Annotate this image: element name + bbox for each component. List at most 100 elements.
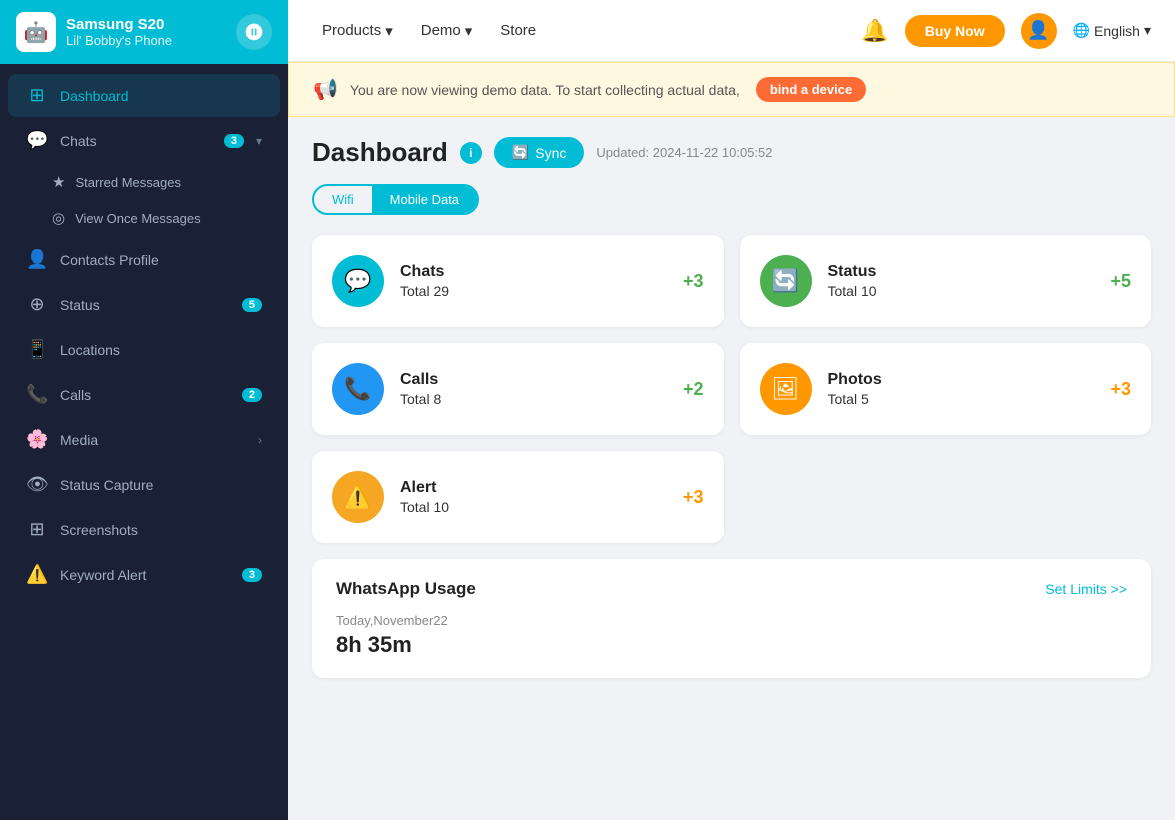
device-info: Samsung S20 Lil' Bobby's Phone	[66, 16, 226, 48]
status-capture-icon: 👁	[26, 474, 48, 495]
whatsapp-usage-card: WhatsApp Usage Set Limits >> Today,Novem…	[312, 559, 1151, 678]
media-icon: 🌸	[26, 429, 48, 450]
photos-stat-name: Photos	[828, 371, 1095, 389]
topnav-products[interactable]: Products ▾	[312, 16, 403, 46]
stat-card-chats[interactable]: 💬 Chats Total 29 +3	[312, 235, 724, 327]
wifi-toggle[interactable]: Wifi	[314, 186, 372, 213]
chats-chevron-icon: ▾	[256, 134, 262, 148]
keyword-badge: 3	[242, 568, 262, 582]
keyword-alert-label: Keyword Alert	[60, 567, 230, 583]
calls-stat-info: Calls Total 8	[400, 371, 667, 407]
app-icon: 🤖	[16, 12, 56, 52]
photos-delta: +3	[1110, 379, 1131, 400]
screenshots-icon: ⊞	[26, 519, 48, 540]
sidebar-item-label: Dashboard	[60, 88, 262, 104]
status-delta: +5	[1110, 271, 1131, 292]
dashboard-body: Dashboard i 🔄 Sync Updated: 2024-11-22 1…	[288, 117, 1175, 698]
sidebar-item-chats[interactable]: 💬 Chats 3 ▾	[8, 119, 280, 162]
media-chevron-icon: ›	[258, 433, 262, 447]
calls-badge: 2	[242, 388, 262, 402]
chats-stat-total: Total 29	[400, 283, 667, 299]
demo-chevron-icon: ▾	[465, 22, 473, 40]
usage-date: Today,November22	[336, 613, 1127, 628]
media-label: Media	[60, 432, 246, 448]
products-label: Products	[322, 22, 381, 39]
stat-card-alert[interactable]: ⚠️ Alert Total 10 +3	[312, 451, 724, 543]
sidebar-chats-label: Chats	[60, 133, 212, 149]
status-stat-icon: 🔄	[760, 255, 812, 307]
updated-timestamp: Updated: 2024-11-22 10:05:52	[596, 145, 772, 160]
main-area: Products ▾ Demo ▾ Store 🔔 Buy Now 👤 🌐 En…	[288, 0, 1175, 820]
page-title: Dashboard	[312, 137, 448, 168]
status-total-value: 10	[861, 283, 877, 299]
alert-row: ⚠️ Alert Total 10 +3	[312, 451, 1151, 543]
sidebar-item-media[interactable]: 🌸 Media ›	[8, 418, 280, 461]
sidebar-item-status-capture[interactable]: 👁 Status Capture	[8, 463, 280, 506]
info-icon[interactable]: i	[460, 142, 482, 164]
sidebar-item-keyword-alert[interactable]: ⚠️ Keyword Alert 3	[8, 553, 280, 596]
usage-time: 8h 35m	[336, 632, 1127, 658]
stats-grid: 💬 Chats Total 29 +3 🔄 Status	[312, 235, 1151, 435]
language-selector[interactable]: 🌐 English ▾	[1073, 22, 1151, 39]
calls-stat-name: Calls	[400, 371, 667, 389]
stat-card-calls[interactable]: 📞 Calls Total 8 +2	[312, 343, 724, 435]
alert-total-label: Total	[400, 499, 430, 515]
set-limits-link[interactable]: Set Limits >>	[1045, 581, 1127, 597]
sidebar-item-contacts[interactable]: 👤 Contacts Profile	[8, 238, 280, 281]
megaphone-icon: 📢	[313, 77, 338, 102]
screenshots-label: Screenshots	[60, 522, 262, 538]
sidebar-item-calls[interactable]: 📞 Calls 2	[8, 373, 280, 416]
locations-label: Locations	[60, 342, 262, 358]
chats-badge: 3	[224, 134, 244, 148]
alert-stat-info: Alert Total 10	[400, 479, 667, 515]
photos-stat-total: Total 5	[828, 391, 1095, 407]
status-stat-info: Status Total 10	[828, 263, 1095, 299]
sidebar-header: 🤖 Samsung S20 Lil' Bobby's Phone	[0, 0, 288, 64]
user-avatar[interactable]: 👤	[1021, 13, 1057, 49]
sidebar-item-screenshots[interactable]: ⊞ Screenshots	[8, 508, 280, 551]
demo-banner: 📢 You are now viewing demo data. To star…	[288, 62, 1175, 117]
photos-total-value: 5	[861, 391, 869, 407]
status-stat-name: Status	[828, 263, 1095, 281]
store-label: Store	[500, 22, 536, 39]
sidebar-item-locations[interactable]: 📱 Locations	[8, 328, 280, 371]
locations-icon: 📱	[26, 339, 48, 360]
status-stat-total: Total 10	[828, 283, 1095, 299]
switch-device-button[interactable]	[236, 14, 272, 50]
buy-now-button[interactable]: Buy Now	[905, 15, 1005, 47]
dashboard-header: Dashboard i 🔄 Sync Updated: 2024-11-22 1…	[312, 137, 1151, 168]
sync-button[interactable]: 🔄 Sync	[494, 137, 585, 168]
alert-stat-icon: ⚠️	[332, 471, 384, 523]
notification-bell-icon[interactable]: 🔔	[861, 18, 888, 44]
alert-total-value: 10	[433, 499, 449, 515]
calls-total-value: 8	[433, 391, 441, 407]
sidebar-item-dashboard[interactable]: ⊞ Dashboard	[8, 74, 280, 117]
topnav-store[interactable]: Store	[490, 16, 546, 46]
language-label: English	[1094, 23, 1140, 39]
sidebar-item-starred-messages[interactable]: ★ Starred Messages	[0, 164, 288, 200]
bind-device-button[interactable]: bind a device	[756, 77, 866, 102]
calls-total-label: Total	[400, 391, 430, 407]
chats-total-label: Total	[400, 283, 430, 299]
topnav-demo[interactable]: Demo ▾	[411, 16, 483, 46]
sidebar-item-status[interactable]: ⊕ Status 5	[8, 283, 280, 326]
stat-card-photos[interactable]: 🖼 Photos Total 5 +3	[740, 343, 1152, 435]
stat-card-status[interactable]: 🔄 Status Total 10 +5	[740, 235, 1152, 327]
lang-chevron-icon: ▾	[1144, 22, 1151, 39]
topnav-links: Products ▾ Demo ▾ Store	[312, 16, 837, 46]
mobile-data-toggle[interactable]: Mobile Data	[372, 186, 477, 213]
calls-delta: +2	[683, 379, 704, 400]
contacts-label: Contacts Profile	[60, 252, 262, 268]
alert-delta: +3	[683, 487, 704, 508]
sidebar-item-view-once[interactable]: ◎ View Once Messages	[0, 200, 288, 236]
sync-icon: 🔄	[512, 144, 529, 161]
photos-stat-info: Photos Total 5	[828, 371, 1095, 407]
data-source-toggle: Wifi Mobile Data	[312, 184, 479, 215]
status-label: Status	[60, 297, 230, 313]
demo-label: Demo	[421, 22, 461, 39]
keyword-alert-icon: ⚠️	[26, 564, 48, 585]
star-icon: ★	[52, 173, 65, 191]
status-badge: 5	[242, 298, 262, 312]
contacts-icon: 👤	[26, 249, 48, 270]
usage-title: WhatsApp Usage	[336, 579, 476, 599]
